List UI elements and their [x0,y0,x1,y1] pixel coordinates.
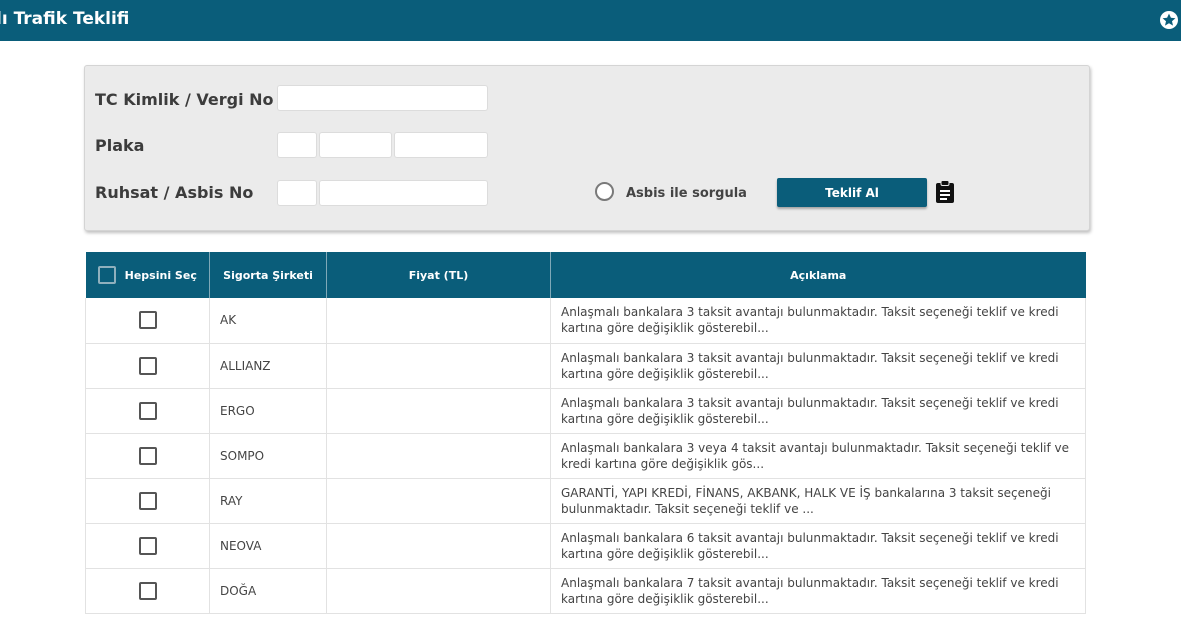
row-checkbox[interactable] [138,356,157,375]
description-cell: Anlaşmalı bankalara 3 taksit avantajı bu… [550,388,1086,434]
row-checkbox[interactable] [138,536,157,555]
table-header-row: Hepsini Seç Sigorta Şirketi Fiyat (TL) A… [85,252,1086,298]
price-cell [326,478,551,524]
company-name: DOĞA [209,568,327,614]
ruhsat-label: Ruhsat / Asbis No [95,183,254,202]
table-row: ERGO Anlaşmalı bankalara 3 taksit avanta… [85,388,1086,434]
plaka-harf-input[interactable] [319,132,392,158]
asbis-radio[interactable] [595,182,614,201]
table-row: AK Anlaşmalı bankalara 3 taksit avantajı… [85,298,1086,344]
row-checkbox[interactable] [138,311,157,330]
teklif-al-button[interactable]: Teklif Al [777,178,927,207]
description-cell: Anlaşmalı bankalara 7 taksit avantajı bu… [550,568,1086,614]
price-cell [326,568,551,614]
price-cell [326,433,551,479]
company-name: RAY [209,478,327,524]
row-checkbox[interactable] [138,446,157,465]
table-row: NEOVA Anlaşmalı bankalara 6 taksit avant… [85,523,1086,569]
row-checkbox[interactable] [138,491,157,510]
row-checkbox[interactable] [138,581,157,600]
company-name: ALLIANZ [209,343,327,389]
select-all-header[interactable]: Hepsini Seç [85,252,210,298]
tc-input[interactable] [277,85,488,111]
company-header: Sigorta Şirketi [209,252,327,298]
company-name: NEOVA [209,523,327,569]
offers-table: Hepsini Seç Sigorta Şirketi Fiyat (TL) A… [85,252,1086,614]
star-circle-icon[interactable] [1159,10,1179,30]
table-row: SOMPO Anlaşmalı bankalara 3 veya 4 taksi… [85,433,1086,479]
row-checkbox[interactable] [138,401,157,420]
description-cell: Anlaşmalı bankalara 6 taksit avantajı bu… [550,523,1086,569]
price-cell [326,388,551,434]
quote-form: TC Kimlik / Vergi No Plaka Ruhsat / Asbi… [84,65,1090,231]
description-header: Açıklama [550,252,1086,298]
select-all-label: Hepsini Seç [124,268,197,282]
table-row: ALLIANZ Anlaşmalı bankalara 3 taksit ava… [85,343,1086,389]
company-name: SOMPO [209,433,327,479]
tc-label: TC Kimlik / Vergi No [95,90,274,109]
price-cell [326,298,551,344]
description-cell: GARANTİ, YAPI KREDİ, FİNANS, AKBANK, HAL… [550,478,1086,524]
description-cell: Anlaşmalı bankalara 3 veya 4 taksit avan… [550,433,1086,479]
title-bar: lı Trafik Teklifi [0,0,1181,41]
table-row: RAY GARANTİ, YAPI KREDİ, FİNANS, AKBANK,… [85,478,1086,524]
company-name: AK [209,298,327,344]
select-all-checkbox[interactable] [97,266,116,284]
page-title: lı Trafik Teklifi [0,9,130,29]
company-name: ERGO [209,388,327,434]
ruhsat-seri-input[interactable] [277,180,317,206]
price-cell [326,523,551,569]
description-cell: Anlaşmalı bankalara 3 taksit avantajı bu… [550,298,1086,344]
plaka-no-input[interactable] [394,132,488,158]
asbis-label: Asbis ile sorgula [626,186,747,201]
table-row: DOĞA Anlaşmalı bankalara 7 taksit avanta… [85,568,1086,614]
plaka-il-input[interactable] [277,132,317,158]
price-header: Fiyat (TL) [326,252,551,298]
description-cell: Anlaşmalı bankalara 3 taksit avantajı bu… [550,343,1086,389]
price-cell [326,343,551,389]
clipboard-icon[interactable] [934,180,956,204]
ruhsat-no-input[interactable] [319,180,488,206]
plaka-label: Plaka [95,136,145,155]
